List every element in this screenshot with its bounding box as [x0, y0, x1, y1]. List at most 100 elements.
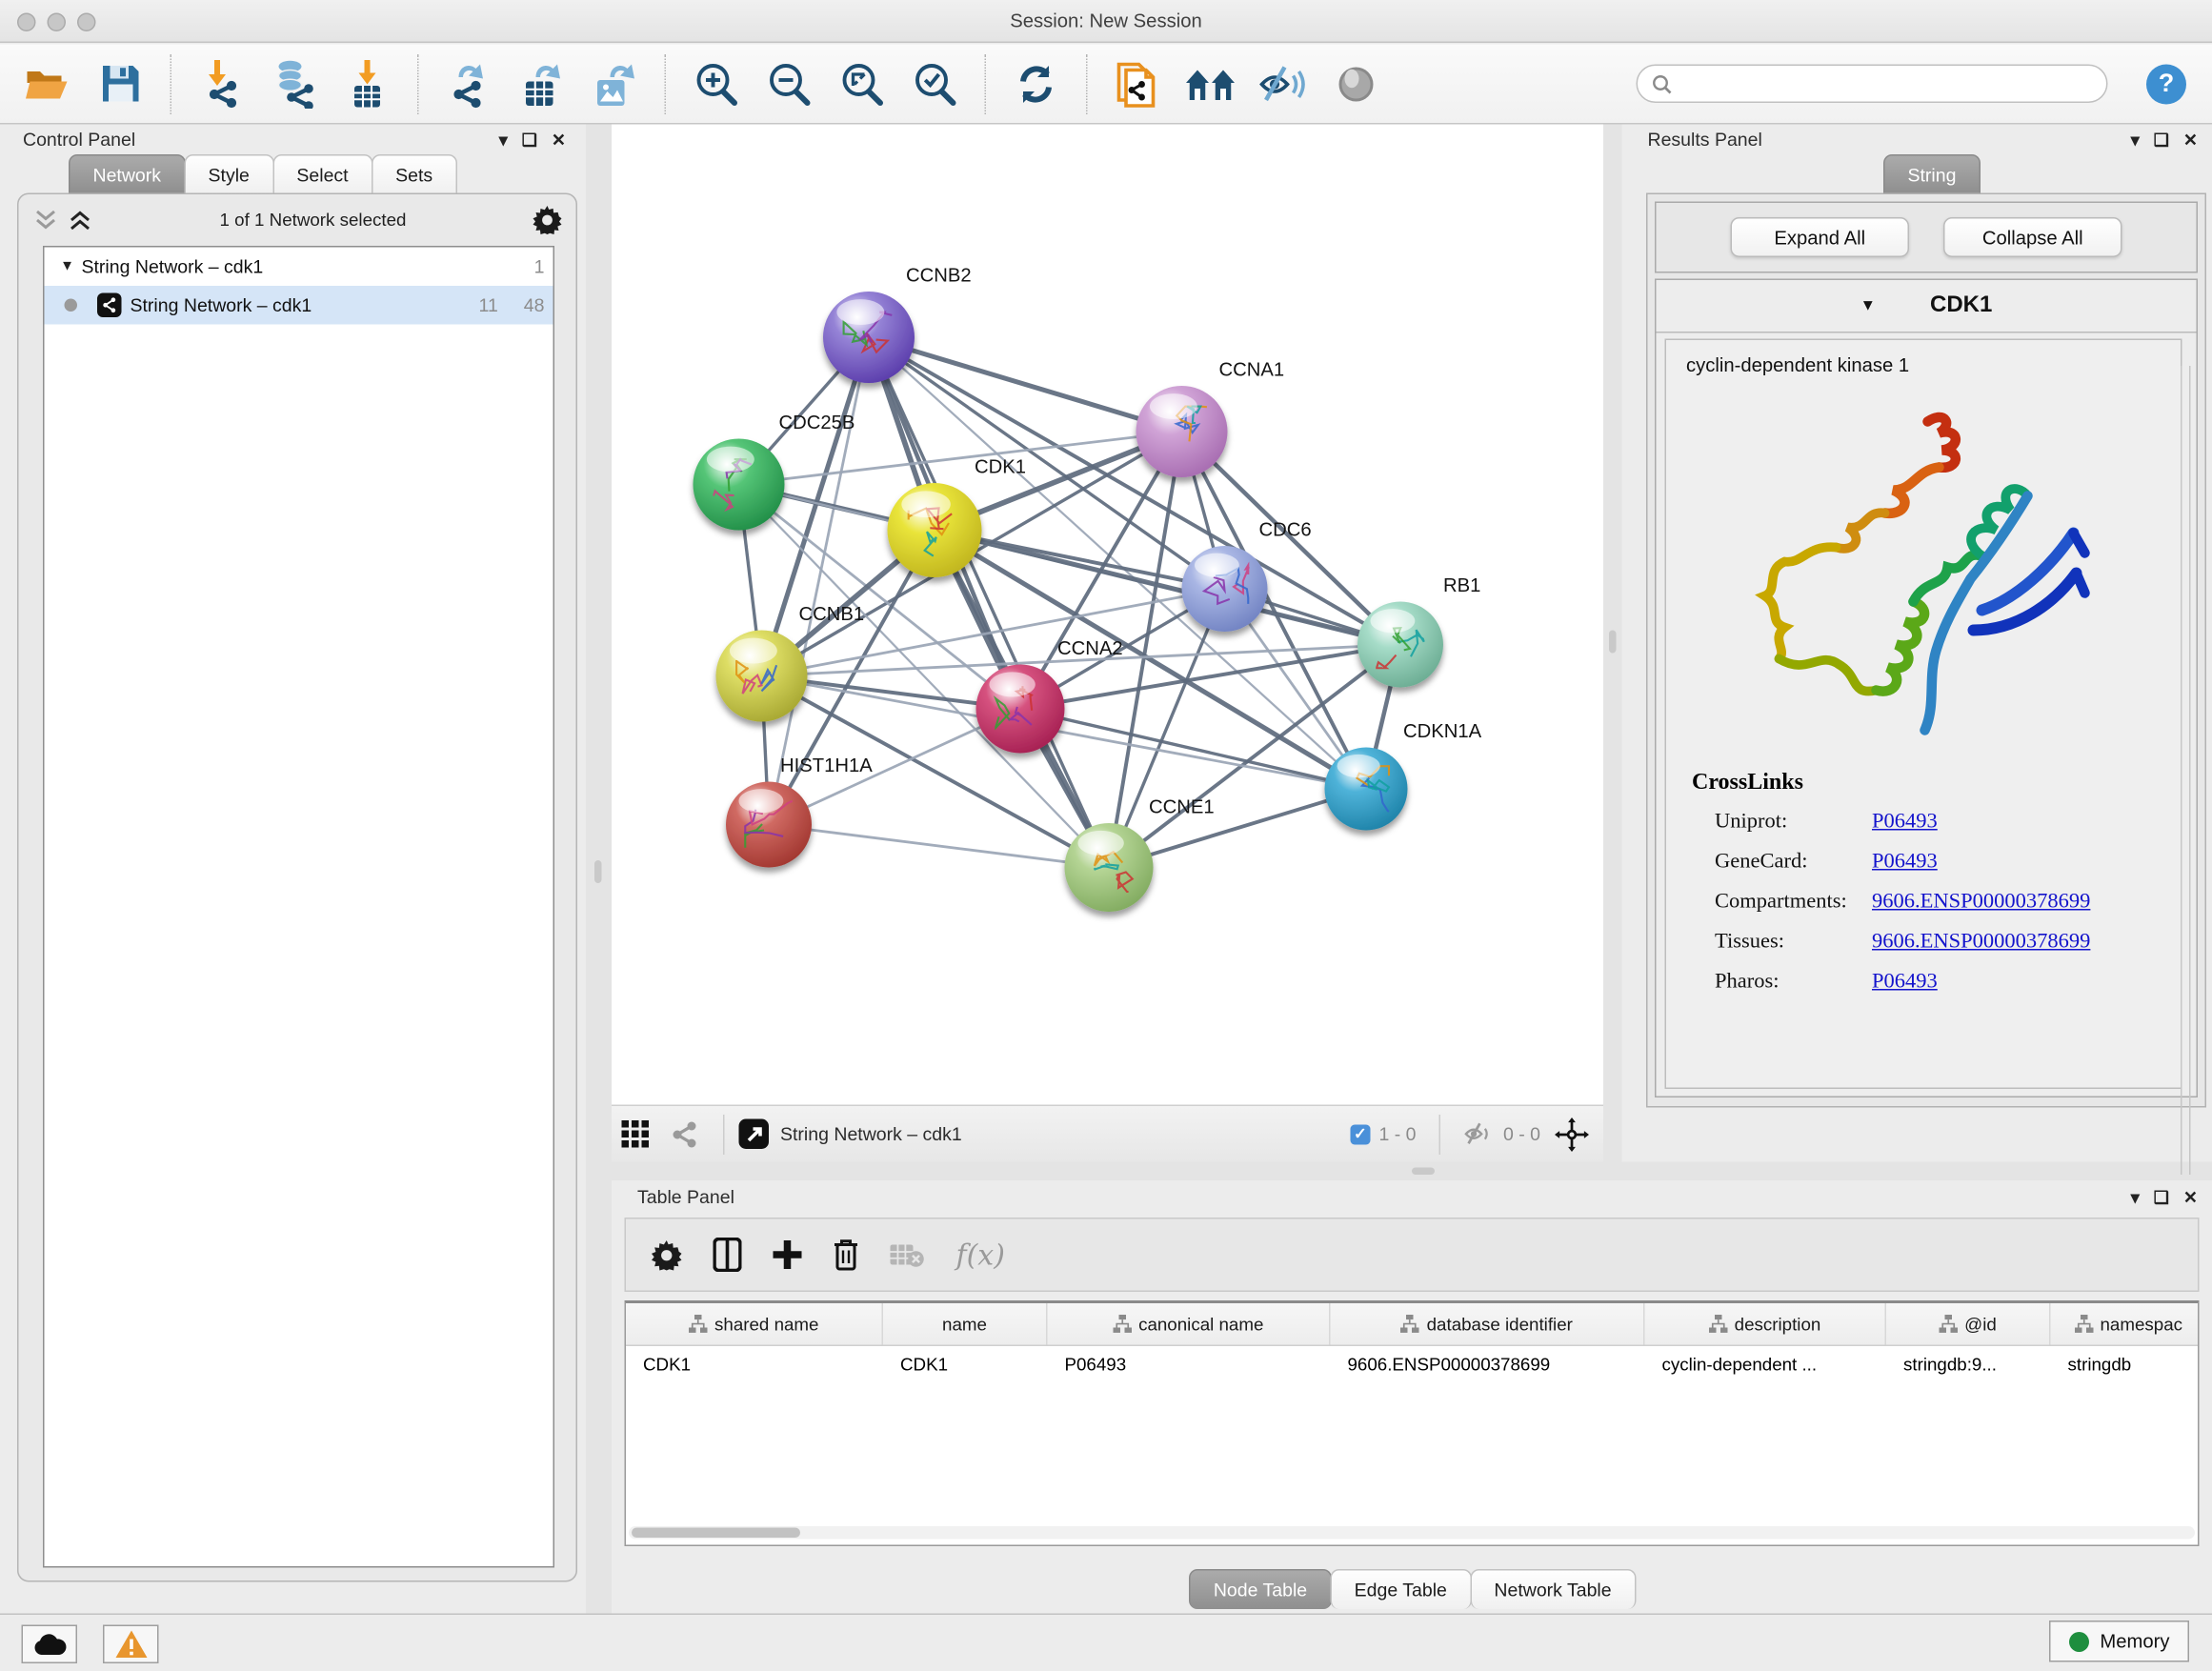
tab-network-table[interactable]: Network Table: [1470, 1569, 1636, 1609]
right-splitter-handle[interactable]: [1609, 631, 1617, 654]
network-node-HIST1H1A[interactable]: HIST1H1A: [726, 755, 873, 868]
column-header-description[interactable]: description: [1645, 1303, 1887, 1345]
bottom-splitter-handle[interactable]: [1412, 1168, 1435, 1176]
results-scrollbar[interactable]: [2181, 366, 2191, 1175]
network-node-CDK1[interactable]: CDK1: [888, 457, 1027, 577]
network-row[interactable]: String Network – cdk1 11 48: [45, 286, 553, 325]
right-splitter[interactable]: [1603, 125, 1622, 1162]
show-all-button[interactable]: [1329, 55, 1383, 112]
network-node-CCNB1[interactable]: CCNB1: [716, 604, 865, 722]
maximize-window-button[interactable]: [77, 13, 96, 32]
search-input[interactable]: [1680, 73, 2092, 93]
crosslink-link[interactable]: 9606.ENSP00000378699: [1872, 891, 2090, 916]
tree-caret-icon[interactable]: ▼: [53, 259, 82, 275]
export-table-button[interactable]: [514, 55, 569, 112]
node-label: CCNA2: [1057, 638, 1123, 659]
save-session-button[interactable]: [93, 55, 148, 112]
memory-button[interactable]: Memory: [2049, 1621, 2189, 1662]
cloud-status-button[interactable]: [22, 1625, 78, 1664]
results-panel-float-icon[interactable]: ❑: [2154, 131, 2169, 151]
network-node-CCNA1[interactable]: CCNA1: [1136, 360, 1285, 478]
search-box[interactable]: [1637, 65, 2108, 104]
gear-icon[interactable]: [533, 206, 562, 234]
tab-sets[interactable]: Sets: [372, 154, 457, 193]
add-column-icon[interactable]: [774, 1240, 802, 1269]
network-node-CDC25B[interactable]: CDC25B: [694, 413, 855, 530]
table-hscrollbar[interactable]: [629, 1526, 2195, 1540]
gene-entry-header[interactable]: ▼ CDK1: [1657, 280, 2197, 333]
tab-network[interactable]: Network: [69, 154, 186, 193]
tab-string[interactable]: String: [1883, 154, 1981, 193]
expand-all-icon[interactable]: [68, 209, 93, 232]
results-panel-menu-icon[interactable]: ▾: [2131, 131, 2140, 151]
traffic-lights[interactable]: [17, 13, 96, 32]
network-node-RB1[interactable]: RB1: [1357, 575, 1480, 688]
network-canvas[interactable]: CCNB2 CCNA1 CDC25B CDK1 CDC6 RB1 CCNB1 CCNA2 CDK…: [612, 125, 1603, 1105]
left-splitter[interactable]: [586, 125, 612, 1614]
selected-checkbox-icon[interactable]: ✓: [1350, 1124, 1370, 1144]
tab-select[interactable]: Select: [272, 154, 372, 193]
entry-caret-icon[interactable]: ▼: [1860, 297, 1876, 314]
left-splitter-handle[interactable]: [594, 860, 602, 883]
open-session-button[interactable]: [20, 55, 74, 112]
results-panel-close-icon[interactable]: ✕: [2183, 131, 2198, 151]
tab-edge-table[interactable]: Edge Table: [1330, 1569, 1471, 1609]
table-hscrollbar-thumb[interactable]: [632, 1528, 800, 1539]
zoom-out-button[interactable]: [762, 55, 816, 112]
column-header-namespac[interactable]: namespac: [2051, 1303, 2200, 1345]
control-panel-close-icon[interactable]: ✕: [552, 131, 566, 151]
table-panel-float-icon[interactable]: ❑: [2154, 1188, 2169, 1208]
delete-column-trash-icon[interactable]: [834, 1239, 859, 1271]
fit-selected-button[interactable]: [1540, 1105, 1603, 1162]
table-panel-close-icon[interactable]: ✕: [2183, 1188, 2198, 1208]
home-button[interactable]: [1183, 55, 1237, 112]
zoom-selected-button[interactable]: [908, 55, 962, 112]
bottom-splitter[interactable]: [612, 1162, 2212, 1181]
collapse-all-icon[interactable]: [33, 209, 59, 232]
network-svg[interactable]: CCNB2 CCNA1 CDC25B CDK1 CDC6 RB1 CCNB1 CCNA2 CDK…: [612, 125, 1603, 1105]
close-window-button[interactable]: [17, 13, 36, 32]
refresh-button[interactable]: [1009, 55, 1063, 112]
network-node-CDKN1A[interactable]: CDKN1A: [1325, 721, 1482, 831]
control-panel-menu-icon[interactable]: ▾: [499, 131, 508, 151]
show-columns-icon[interactable]: [714, 1238, 742, 1272]
crosslink-link[interactable]: P06493: [1872, 971, 1938, 996]
column-header-shared-name[interactable]: shared name: [626, 1303, 883, 1345]
column-header-canonical-name[interactable]: canonical name: [1048, 1303, 1331, 1345]
crosslink-link[interactable]: P06493: [1872, 851, 1938, 876]
network-node-CDC6[interactable]: CDC6: [1182, 520, 1312, 633]
control-panel-float-icon[interactable]: ❑: [522, 131, 537, 151]
import-table-button[interactable]: [340, 55, 394, 112]
crosslink-link[interactable]: 9606.ENSP00000378699: [1872, 931, 2090, 956]
collapse-all-button[interactable]: Collapse All: [1943, 217, 2122, 257]
network-node-CCNB2[interactable]: CCNB2: [823, 266, 972, 384]
network-share-button[interactable]: [660, 1105, 709, 1162]
minimize-window-button[interactable]: [48, 13, 67, 32]
column-header-name[interactable]: name: [883, 1303, 1048, 1345]
hide-selected-button[interactable]: [1257, 55, 1311, 112]
birdseye-toggle-button[interactable]: [612, 1105, 660, 1162]
network-collection-row[interactable]: ▼ String Network – cdk1 1: [45, 248, 553, 287]
export-network-button[interactable]: [442, 55, 496, 112]
import-network-database-button[interactable]: [268, 55, 322, 112]
title-bar: Session: New Session: [0, 0, 2212, 43]
tab-node-table[interactable]: Node Table: [1189, 1569, 1331, 1609]
network-node-CCNE1[interactable]: CCNE1: [1065, 797, 1215, 913]
help-button[interactable]: ?: [2146, 64, 2186, 104]
warnings-button[interactable]: [103, 1625, 159, 1664]
export-table-icon: [522, 59, 562, 108]
export-image-button[interactable]: [588, 55, 642, 112]
zoom-fit-button[interactable]: [835, 55, 889, 112]
tab-style[interactable]: Style: [184, 154, 273, 193]
table-row[interactable]: CDK1CDK1P064939606.ENSP00000378699cyclin…: [626, 1346, 2198, 1385]
column-header-database-identifier[interactable]: database identifier: [1331, 1303, 1645, 1345]
column-header-@id[interactable]: @id: [1886, 1303, 2051, 1345]
expand-all-button[interactable]: Expand All: [1731, 217, 1910, 257]
crosslink-link[interactable]: P06493: [1872, 811, 1938, 836]
import-network-file-button[interactable]: [194, 55, 249, 112]
zoom-in-button[interactable]: [689, 55, 743, 112]
open-in-browser-button[interactable]: [739, 1119, 770, 1150]
table-panel-menu-icon[interactable]: ▾: [2131, 1188, 2140, 1208]
string-protein-query-button[interactable]: [1111, 55, 1165, 112]
table-settings-gear-icon[interactable]: [652, 1239, 682, 1270]
